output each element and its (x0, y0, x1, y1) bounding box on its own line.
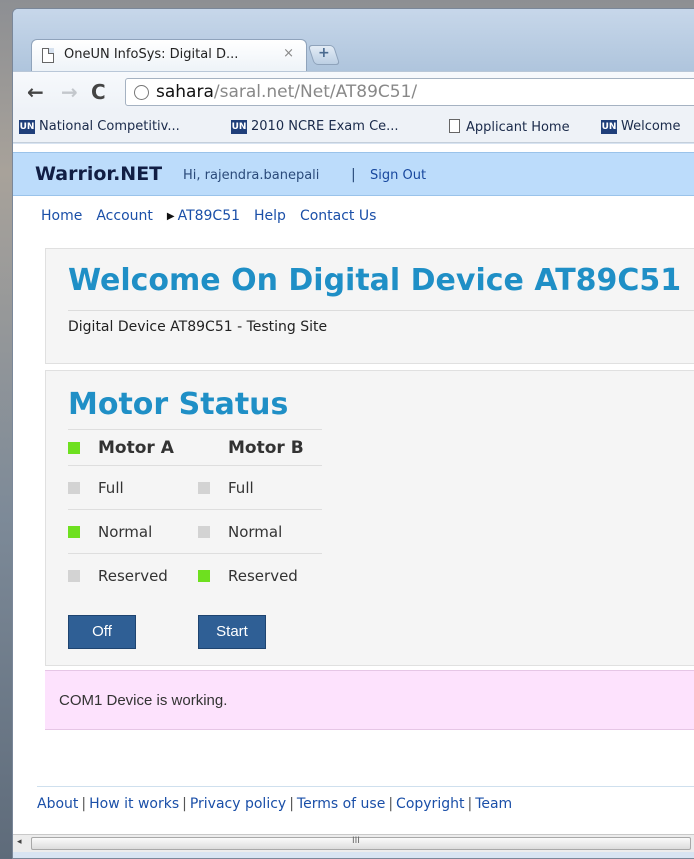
forward-arrow-icon[interactable]: → (61, 80, 78, 104)
sign-out-link[interactable]: Sign Out (370, 168, 426, 183)
status-message-bar: COM1 Device is working. (45, 670, 694, 730)
motor-a-label: Motor A (98, 429, 198, 466)
bookmark-label: Applicant Home (466, 120, 570, 135)
user-greeting: Hi, rajendra.banepali (183, 168, 320, 183)
plus-icon: + (318, 45, 330, 61)
tab-strip: OneUN InfoSys: Digital D... × + (13, 9, 694, 73)
motor-a-indicator (68, 441, 80, 454)
bookmarks-bar: UN National Competitiv... UN 2010 NCRE Exa… (13, 111, 694, 143)
page-title: Welcome On Digital Device AT89C51 (68, 263, 682, 298)
url-host: sahara (156, 82, 214, 102)
motor-a-normal-indicator (68, 526, 80, 538)
site-nav: Home Account ▶ AT89C51 Help Contact Us (41, 208, 390, 232)
bookmark-applicant-home[interactable]: Applicant Home (449, 119, 570, 135)
motor-status-title: Motor Status (68, 387, 289, 422)
scroll-left-arrow-icon[interactable]: ◂ (17, 837, 22, 847)
page-icon (449, 119, 460, 133)
page-icon (42, 48, 54, 63)
motor-header-row: Motor A Motor B (68, 429, 322, 466)
motor-b-label: Motor B (228, 429, 322, 466)
motor-a-reserved-label: Reserved (98, 553, 198, 598)
table-row: Full Full (68, 465, 322, 510)
footer-link-how-it-works[interactable]: How it works (89, 796, 179, 812)
site-brand[interactable]: Warrior.NET (35, 163, 162, 185)
un-icon: UN (601, 120, 617, 134)
url-path: /saral.net/Net/AT89C51/ (213, 82, 418, 102)
page-content: Warrior.NET Hi, rajendra.banepali | Sign… (13, 144, 694, 834)
address-bar[interactable]: sahara/saral.net/Net/AT89C51/ (125, 78, 694, 106)
motor-status-table: Motor A Motor B Full Full Normal Normal (68, 429, 322, 598)
tab-title: OneUN InfoSys: Digital D... (64, 47, 239, 62)
footer-link-copyright[interactable]: Copyright (396, 796, 464, 812)
motor-status-panel: Motor Status Motor A Motor B Full Full N… (45, 370, 694, 666)
back-arrow-icon[interactable]: ← (27, 80, 44, 104)
footer-separator: | (81, 796, 87, 812)
nav-contact-us[interactable]: Contact Us (300, 208, 376, 224)
bookmark-label: 2010 NCRE Exam Ce... (251, 119, 399, 134)
motor-a-full-indicator (68, 482, 80, 494)
welcome-panel: Welcome On Digital Device AT89C51 Digita… (45, 248, 694, 364)
motor-b-reserved-indicator (198, 570, 210, 583)
off-button[interactable]: Off (68, 615, 136, 649)
un-icon: UN (231, 120, 247, 134)
un-icon: UN (19, 120, 35, 134)
footer-link-about[interactable]: About (37, 796, 78, 812)
nav-account[interactable]: Account (96, 208, 153, 224)
page-subtitle: Digital Device AT89C51 - Testing Site (68, 319, 328, 335)
motor-b-full-label: Full (228, 465, 322, 510)
motor-a-full-label: Full (98, 465, 198, 510)
scrollbar-grip: III (352, 836, 360, 846)
footer-separator: | (182, 796, 187, 812)
tab-active[interactable]: OneUN InfoSys: Digital D... × (31, 39, 307, 71)
footer-separator: | (289, 796, 294, 812)
bookmark-label: National Competitiv... (39, 119, 180, 134)
motor-a-reserved-indicator (68, 570, 80, 583)
status-message: COM1 Device is working. (59, 692, 228, 709)
motor-b-indicator (198, 442, 210, 454)
close-icon[interactable]: × (283, 46, 294, 61)
motor-b-normal-indicator (198, 526, 210, 538)
footer-separator: | (388, 796, 394, 812)
bookmark-label: Welcome (621, 119, 681, 134)
horizontal-scrollbar[interactable]: ◂ III (13, 834, 694, 852)
bookmark-welcome[interactable]: UN Welcome (601, 119, 680, 134)
motor-b-full-indicator (198, 482, 210, 494)
reload-icon[interactable]: C (91, 80, 106, 104)
nav-home[interactable]: Home (41, 208, 82, 224)
title-divider (68, 310, 694, 311)
scrollbar-thumb[interactable]: III (31, 836, 691, 850)
greeting-separator: | (351, 167, 356, 183)
footer-separator: | (467, 796, 473, 812)
bookmark-national-competitiveness[interactable]: UN National Competitiv... (19, 119, 180, 134)
url-text: sahara/saral.net/Net/AT89C51/ (156, 82, 417, 102)
footer-link-terms-of-use[interactable]: Terms of use (297, 796, 385, 812)
nav-at89c51[interactable]: AT89C51 (178, 208, 240, 224)
site-footer: About | How it works | Privacy policy | Terms … (37, 786, 694, 812)
site-header: Warrior.NET Hi, rajendra.banepali | Sign… (13, 152, 694, 196)
table-row: Reserved Reserved (68, 553, 322, 598)
motor-b-normal-label: Normal (228, 509, 322, 554)
start-button[interactable]: Start (198, 615, 266, 649)
browser-toolbar: ← → C sahara/saral.net/Net/AT89C51/ (13, 71, 694, 111)
bookmark-ncre-exam[interactable]: UN 2010 NCRE Exam Ce... (231, 119, 399, 134)
browser-window: OneUN InfoSys: Digital D... × + ← → C sa… (12, 8, 694, 859)
motor-b-reserved-label: Reserved (228, 553, 322, 598)
footer-link-privacy-policy[interactable]: Privacy policy (190, 796, 286, 812)
motor-a-normal-label: Normal (98, 509, 198, 554)
current-page-arrow-icon: ▶ (166, 211, 175, 222)
nav-help[interactable]: Help (254, 208, 286, 224)
table-row: Normal Normal (68, 509, 322, 554)
footer-link-team[interactable]: Team (475, 796, 512, 812)
globe-icon (134, 85, 149, 100)
